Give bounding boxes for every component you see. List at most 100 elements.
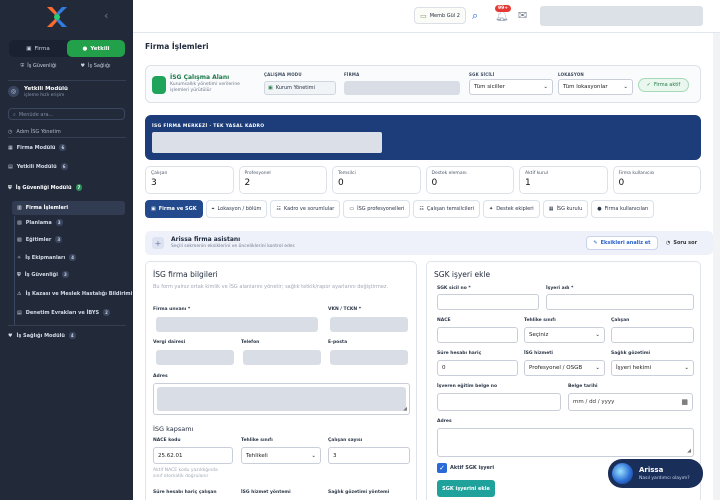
users-icon: ☷ [276, 206, 281, 212]
isg-service-select[interactable]: Profesyonel / OSGB ⌄ [524, 360, 605, 376]
tab-kadro[interactable]: ☷ Kadro ve sorumlular [270, 200, 341, 218]
sgk-employee-input[interactable] [611, 327, 694, 343]
sidebar-item-yetkili-modulu[interactable]: ▤ Yetkili Modülü 6 [8, 163, 68, 170]
doc-icon: ▥ [17, 205, 22, 211]
workplace-name-input[interactable] [546, 294, 694, 310]
sidebar-search[interactable]: ⌕ Menüde ara... [8, 108, 125, 120]
tab-isg-kurulu[interactable]: ▦ İSG kurulu [542, 200, 589, 218]
nace-help-text: Aktif NACE kodu yazıldığında sınıf otoma… [153, 468, 218, 480]
sgk-sicil-input[interactable] [437, 294, 539, 310]
calendar-icon: ▨ [17, 219, 22, 226]
sidebar-sub-is-guvenligi[interactable]: ⛨ İş Güvenliği 3 [17, 271, 69, 278]
inbox-icon[interactable]: ✉ [518, 9, 527, 22]
module-is-sagligi[interactable]: ♥ İş Sağlığı [67, 60, 124, 72]
field-label: İSG hizmeti [524, 351, 553, 356]
sidebar-item-is-guvenligi-modulu[interactable]: ⛨ İş Güvenliği Modülü 7 [8, 184, 83, 191]
chat-icon: ◔ [666, 240, 671, 246]
field-label: Belge tarihi [568, 384, 598, 389]
document-date-input[interactable]: mm / dd / yyyy ▦ [568, 393, 693, 411]
member-switch[interactable]: ▭ Memb Gül 2 [414, 7, 466, 24]
sidebar-user[interactable]: ◎ Yetkili Modülü işleme hızlı erişim [8, 86, 68, 98]
module-is-guvenligi[interactable]: ⛨ İş Güvenliği [10, 60, 67, 72]
nace-value: 25.62.01 [158, 452, 183, 459]
phone-input[interactable] [243, 350, 321, 365]
employer-training-input[interactable] [437, 393, 561, 411]
tab-calisan-temsilcileri[interactable]: ☷ Çalışan temsilcileri [413, 200, 480, 218]
sidebar-sub-is-kazasi[interactable]: ⚠ İş Kazası ve Meslek Hastalığı Bildirimi [17, 291, 132, 297]
tab-bar: ▣ Firma ve SGK ⌖ Lokasyon / bölüm ☷ Kadro v… [145, 200, 713, 218]
resize-icon[interactable]: ◢ [687, 448, 691, 454]
excluded-count-input[interactable]: 0 [437, 360, 518, 376]
stats-row: Çalışan 3 Profesyonel 2 Temsilci 0 Destek e… [145, 166, 701, 194]
sgk-nace-input[interactable] [437, 327, 518, 343]
email-input[interactable] [330, 350, 408, 365]
sidebar-sub-is-ekipmanlari[interactable]: ✧ İş Ekipmanları 4 [17, 254, 77, 261]
sidebar-sub-label: İş Güvenliği [24, 271, 58, 278]
tab-firma-sgk[interactable]: ▣ Firma ve SGK [145, 200, 203, 218]
user-menu[interactable] [540, 6, 703, 26]
sidebar-item-adim[interactable]: ◷ Adım İSG Yönetim [8, 129, 61, 135]
mode-label: ÇALIŞMA MODU [264, 72, 302, 77]
chevron-down-icon: ⌄ [595, 332, 600, 338]
location-select[interactable]: Tüm lokasyonlar ⌄ [558, 79, 633, 95]
firm-active-badge[interactable]: ✓ Firma aktif [638, 78, 689, 92]
stat-value: 0 [431, 178, 438, 188]
field-label: Çalışan sayısı [328, 438, 363, 443]
resize-icon[interactable]: ◢ [403, 406, 407, 412]
health-surveillance-select[interactable]: İşyeri hekimi ⌄ [611, 360, 694, 376]
tab-firma-kullanicilari[interactable]: ● Firma kullanıcıları [591, 200, 655, 218]
address-textarea[interactable]: ◢ [153, 383, 410, 415]
assistant-chat-widget[interactable]: Arissa Nasıl yardımcı olayım? [608, 459, 703, 488]
stat-label: Çalışan [151, 171, 168, 176]
ask-label: Soru sor [673, 240, 698, 246]
field-label: Telefon [241, 340, 260, 345]
employee-count-input[interactable]: 3 [328, 447, 410, 464]
vkn-input[interactable] [330, 317, 408, 332]
id-card-icon: ▭ [349, 206, 355, 212]
stat-label: Profesyonel [244, 171, 271, 176]
stat-label: Firma kullanıcısı [618, 171, 655, 176]
brand-logo[interactable] [44, 4, 70, 30]
sidebar-sub-firma-islemleri[interactable]: ▥ Firma İşlemleri [17, 205, 68, 211]
sgk-address-textarea[interactable]: ◢ [437, 428, 694, 457]
firm-select[interactable] [344, 81, 460, 95]
sgk-select[interactable]: Tüm siciller ⌄ [469, 79, 553, 95]
nace-input[interactable]: 25.62.01 [153, 447, 233, 464]
wand-icon: ✎ [593, 240, 598, 246]
segment-yetkili[interactable]: ● Yetkili [67, 40, 125, 57]
sidebar-sub-denetim[interactable]: ▤ Denetim Evrakları ve İBYS 2 [17, 309, 110, 316]
sidebar-sub-label: Denetim Evrakları ve İBYS [25, 309, 100, 316]
sidebar-item-is-sagligi-modulu[interactable]: ♥ İş Sağlığı Modülü 4 [8, 332, 76, 339]
tab-lokasyon[interactable]: ⌖ Lokasyon / bölüm [205, 200, 268, 218]
sidebar-sub-egitimler[interactable]: ▧ Eğitimler 3 [17, 236, 63, 243]
collapse-icon[interactable]: ‹ [104, 9, 108, 22]
tab-isg-profesyonelleri[interactable]: ▭ İSG profesyonelleri [343, 200, 411, 218]
tax-office-input[interactable] [156, 350, 234, 365]
add-sgk-workplace-button[interactable]: SGK işyerini ekle [437, 480, 495, 497]
sidebar-item-firma-modulu[interactable]: ▦ Firma Modülü 6 [8, 144, 67, 151]
check-circle-icon: ✓ [646, 82, 651, 88]
sidebar-sub-count: 4 [69, 254, 77, 261]
active-checkbox[interactable]: ✓ [437, 463, 447, 473]
tab-destek-ekipleri[interactable]: ✦ Destek ekipleri [483, 200, 540, 218]
sidebar-item-label: Firma Modülü [16, 144, 56, 151]
segment-firma[interactable]: ▣ Firma [9, 40, 67, 57]
card-title: İSG firma bilgileri [153, 270, 218, 279]
context-desc: Kurumsallık yönetimi verilerine işlemler… [170, 82, 240, 93]
firm-name-input[interactable] [156, 317, 318, 332]
tab-label: Çalışan temsilcileri [426, 206, 474, 212]
context-title: İSG Çalışma Alanı [170, 74, 230, 81]
hazard-class-select[interactable]: Tehlikeli ⌄ [241, 447, 321, 464]
ask-button[interactable]: ◔ Soru sor [666, 236, 706, 250]
sgk-hazard-select[interactable]: Seçiniz ⌄ [524, 327, 605, 343]
mode-chip[interactable]: ▣ Kurum Yönetimi [264, 81, 336, 95]
card-title: SGK işyeri ekle [434, 270, 491, 279]
analyze-button[interactable]: ✎ Eksikleri analiz et [586, 236, 658, 250]
sidebar-item-count: 6 [60, 163, 68, 170]
search-icon[interactable]: ⌕ [472, 9, 478, 23]
tab-label: İSG profesyonelleri [357, 206, 405, 212]
sidebar-sub-planlama[interactable]: ▨ Planlama 3 [17, 219, 63, 226]
location-icon: ⌖ [211, 206, 215, 212]
scrollbar[interactable] [713, 33, 720, 500]
calendar-icon[interactable]: ▦ [681, 398, 688, 406]
